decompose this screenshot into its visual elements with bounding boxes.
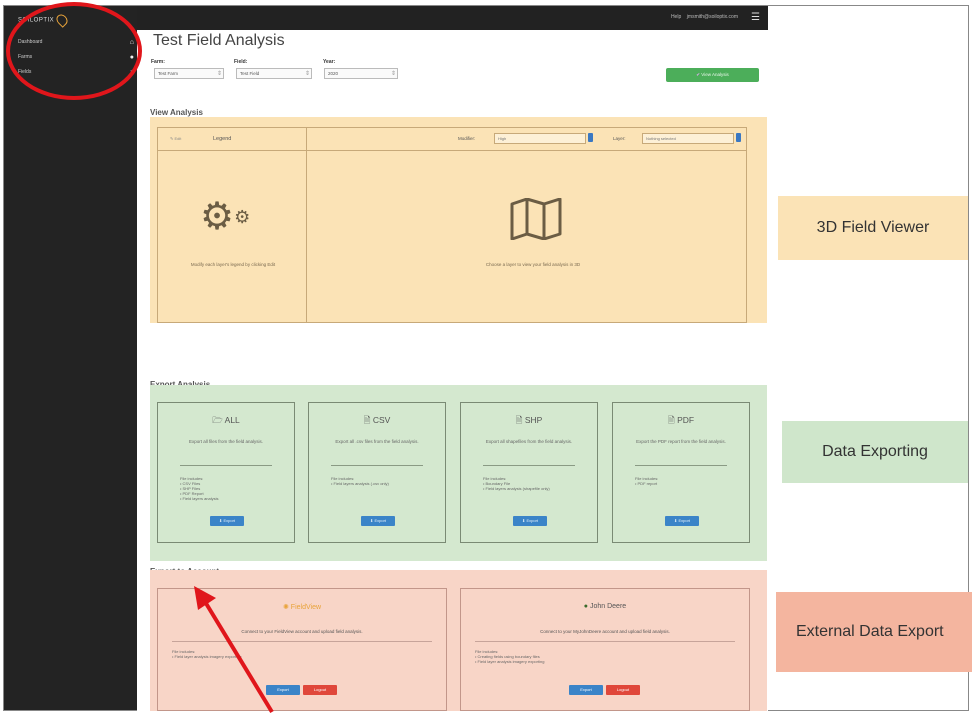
field-select[interactable]: Test Field	[236, 68, 312, 79]
year-select[interactable]: 2020	[324, 68, 398, 79]
field-viewer-panel: ✎ Edit Legend Modifier: High Layer: Noth…	[157, 127, 747, 323]
fieldview-icon: ✺	[282, 604, 289, 611]
page-title: Test Field Analysis	[153, 32, 285, 49]
deere-icon: ●	[583, 603, 589, 610]
user-email[interactable]: jmsmith@soiloptix.com	[687, 14, 738, 20]
divider	[483, 465, 575, 466]
card-title-text: John Deere	[589, 603, 627, 610]
viewer-divider	[306, 128, 307, 322]
button-label: Export	[374, 518, 387, 523]
card-includes: File includes: • PDF report	[635, 476, 658, 486]
map-hint: Choose a layer to view your field analys…	[485, 262, 581, 267]
help-link[interactable]: Help	[671, 14, 681, 20]
export-card-title: 🗎 CSV	[309, 415, 445, 429]
layer-select[interactable]: Nothing selected	[642, 133, 734, 144]
view-analysis-label: View Analysis	[701, 72, 729, 77]
folder-icon: 🗁	[212, 415, 223, 425]
modifier-select[interactable]: High	[494, 133, 586, 144]
top-navbar: Help jmsmith@soiloptix.com ☰	[137, 6, 768, 30]
includes-line: • Field layer analysis imagery exporting	[475, 659, 545, 664]
button-label: Export	[223, 518, 236, 523]
fieldview-logout-button[interactable]: Logout	[303, 685, 337, 695]
export-card-title: 🗎 PDF	[613, 415, 749, 429]
edit-button[interactable]: ✎ Edit	[170, 136, 181, 141]
map-icon	[510, 198, 562, 240]
layer-info-icon[interactable]	[736, 133, 741, 142]
card-description: Connect to your MyJohnDeere account and …	[540, 629, 670, 634]
includes-line: • PDF report	[635, 481, 658, 486]
divider	[475, 641, 735, 642]
export-card-john-deere: ● John Deere Connect to your MyJohnDeere…	[460, 588, 750, 711]
farm-select[interactable]: Test Farm	[154, 68, 224, 79]
card-title-text: SHP	[524, 415, 543, 425]
export-card-csv: 🗎 CSV Export all .csv files from the fie…	[308, 402, 446, 543]
view-analysis-button[interactable]: ✔ View Analysis	[666, 68, 759, 82]
user-menu[interactable]: Help jmsmith@soiloptix.com	[671, 14, 738, 20]
callout-data-exporting: Data Exporting	[782, 421, 968, 483]
export-card-shp: 🗎 SHP Export all shapefiles from the fie…	[460, 402, 598, 543]
annotation-arrow	[194, 586, 274, 714]
card-description: Export all files from the field analysis…	[188, 439, 264, 444]
field-label: Field:	[234, 59, 248, 65]
export-all-button[interactable]: ⬇ Export	[210, 516, 244, 526]
card-title-text: FieldView	[290, 604, 322, 611]
file-icon: 🗎	[515, 415, 523, 425]
sidebar: SOILOPTIX Dashboard ⌂ Farms ● Fields ▾	[4, 6, 137, 710]
export-shp-button[interactable]: ⬇ Export	[513, 516, 547, 526]
button-label: Export	[526, 518, 539, 523]
callout-external-data-export: External Data Export	[776, 592, 972, 672]
export-card-pdf: 🗎 PDF Export the PDF report from the fie…	[612, 402, 750, 543]
button-label: Export	[678, 518, 691, 523]
gears-icon: ⚙⚙	[200, 196, 251, 238]
export-card-title: 🗁 ALL	[158, 415, 294, 429]
card-title-text: PDF	[677, 415, 695, 425]
card-description: Export the PDF report from the field ana…	[636, 439, 726, 444]
john-deere-title: ● John Deere	[461, 603, 749, 610]
john-deere-export-button[interactable]: Export	[569, 685, 603, 695]
card-description: Export all shapefiles from the field ana…	[485, 439, 573, 444]
callout-3d-field-viewer: 3D Field Viewer	[778, 196, 968, 260]
includes-line: • Field layers analysis	[180, 496, 219, 501]
export-card-all: 🗁 ALL Export all files from the field an…	[157, 402, 295, 543]
section-title-view-analysis: View Analysis	[150, 108, 203, 117]
card-description: Export all .csv files from the field ana…	[335, 439, 419, 444]
legend-title: Legend	[213, 136, 232, 142]
layer-label: Layer:	[613, 136, 626, 141]
includes-line: • Field layers analysis (.csv only)	[331, 481, 389, 486]
year-label: Year:	[323, 59, 336, 65]
card-includes: File includes: • Creating fields using b…	[475, 649, 544, 664]
export-csv-button[interactable]: ⬇ Export	[361, 516, 395, 526]
export-card-title: 🗎 SHP	[461, 415, 597, 429]
file-icon: 🗎	[667, 415, 675, 425]
john-deere-logout-button[interactable]: Logout	[606, 685, 640, 695]
card-includes: File includes: • Boundary File • Field l…	[483, 476, 550, 491]
annotation-ellipse	[6, 2, 142, 100]
card-includes: File includes: • Field layers analysis (…	[331, 476, 389, 486]
divider	[635, 465, 727, 466]
includes-line: • Field layers analysis (shapefile only)	[483, 486, 550, 491]
card-title-text: ALL	[224, 415, 240, 425]
card-includes: File includes: • CSV Files • SHP Files •…	[180, 476, 219, 501]
edit-label: Edit	[174, 136, 182, 141]
modifier-info-icon[interactable]	[588, 133, 593, 142]
farm-label: Farm:	[151, 59, 165, 65]
divider	[180, 465, 272, 466]
hamburger-icon[interactable]: ☰	[751, 12, 760, 23]
export-pdf-button[interactable]: ⬇ Export	[665, 516, 699, 526]
divider	[331, 465, 423, 466]
legend-hint: Modify each layer's legend by clicking E…	[190, 262, 276, 267]
modifier-label: Modifier:	[458, 136, 476, 141]
card-title-text: CSV	[372, 415, 391, 425]
file-icon: 🗎	[363, 415, 371, 425]
